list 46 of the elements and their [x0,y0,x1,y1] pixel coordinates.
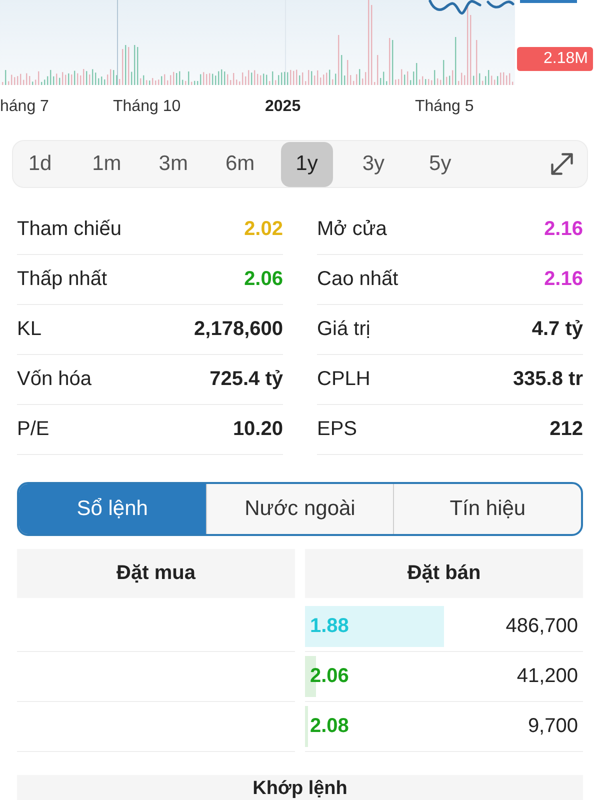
stat-label: Giá trị [317,318,370,341]
ask-volume: 41,200 [516,665,578,688]
column-header: Đặt mua [17,549,295,598]
stat-label: Mở cửa [317,218,387,241]
ask-price: 1.88 [310,615,349,638]
stat-value: 2,178,600 [194,318,283,341]
ask-volume: 9,700 [528,715,578,738]
axis-label: 2025 [265,97,301,117]
stat-value: 2.02 [244,218,283,241]
section-header: Khớp lệnh [17,775,583,800]
axis-label: Tháng 5 [415,97,474,117]
stat-value: 212 [550,418,583,441]
volume-badge: 2.18M [517,47,593,71]
ask-volume: 486,700 [506,615,578,638]
range-button[interactable]: 6m [214,142,266,186]
stat-label: Vốn hóa [17,368,92,391]
ask-price: 2.08 [310,715,349,738]
stat-label: Thấp nhất [17,268,108,291]
expand-icon[interactable] [549,151,575,177]
stat-label: KL [17,318,42,341]
price-tag [520,0,577,3]
range-button[interactable]: 3y [347,142,400,186]
ask-price: 2.06 [310,665,349,688]
stat-label: Tham chiếu [17,218,122,241]
axis-label: Tháng 10 [113,97,181,117]
tab[interactable]: Tín hiệu [393,484,581,534]
stat-label: P/E [17,418,50,441]
stat-label: CPLH [317,368,370,391]
stat-value: 335.8 tr [512,368,583,391]
stat-value: 2.16 [544,268,583,291]
range-button[interactable]: 1m [80,142,133,186]
tab[interactable]: Sổ lệnh [19,484,206,534]
stat-value: 2.06 [244,268,283,291]
range-button[interactable]: 1d [14,142,66,186]
range-button[interactable]: 5y [414,142,466,186]
range-button[interactable]: 3m [147,142,200,186]
stat-label: EPS [317,418,358,441]
stat-label: Cao nhất [317,268,398,291]
range-button[interactable]: 1y [280,142,333,186]
stat-value: 2.16 [544,218,583,241]
stat-value: 10.20 [232,418,283,441]
axis-label: háng 7 [0,97,49,117]
column-header: Đặt bán [305,549,583,598]
stat-value: 4.7 tỷ [532,318,583,341]
stat-value: 725.4 tỷ [210,368,283,391]
tab[interactable]: Nước ngoài [206,484,394,534]
